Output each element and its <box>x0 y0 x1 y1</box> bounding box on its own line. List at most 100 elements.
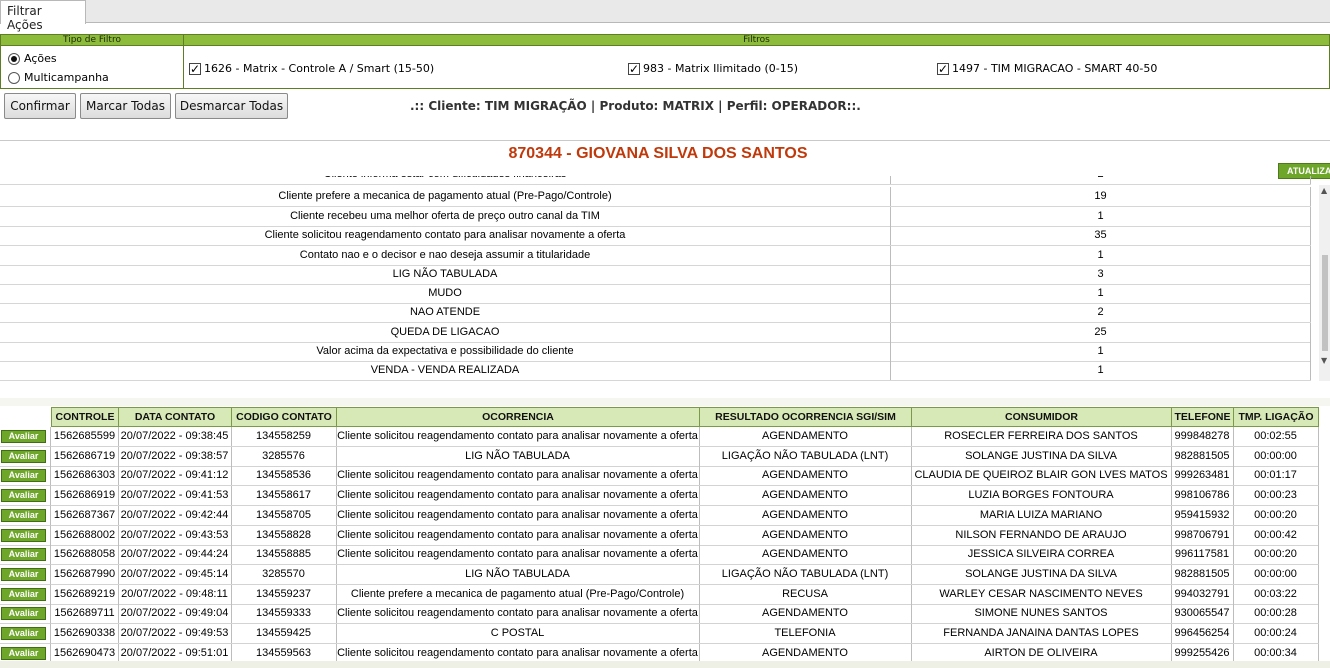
cell-telefone: 998706791 <box>1171 525 1234 546</box>
cell-consumidor: SOLANGE JUSTINA DA SILVA <box>911 564 1172 585</box>
check-icon[interactable]: ✓ <box>937 62 949 75</box>
column-header-consumidor[interactable]: CONSUMIDOR <box>911 407 1172 427</box>
evaluate-button[interactable]: Avaliar <box>1 646 46 660</box>
tab-filtrar-acoes[interactable]: Filtrar Ações <box>0 0 86 32</box>
cell-data-contato: 20/07/2022 - 09:42:44 <box>118 505 232 526</box>
cell-codigo-contato: 3285576 <box>231 446 337 467</box>
cell-codigo-contato: 3285570 <box>231 564 337 585</box>
cell-telefone: 999848278 <box>1171 427 1234 447</box>
column-header-controle[interactable]: CONTROLE <box>51 407 119 427</box>
app-root: { "tab": { "label": "Filtrar Ações" }, "… <box>0 0 1330 668</box>
summary-description: Cliente solicitou reagendamento contato … <box>0 226 891 245</box>
campaign-checkbox-1497[interactable]: ✓ 1497 - TIM MIGRACAO - SMART 40-50 <box>937 62 1157 75</box>
summary-quantity: 1 <box>891 361 1311 380</box>
cell-tmp-ligacao: 00:00:20 <box>1233 545 1319 566</box>
cell-data-contato: 20/07/2022 - 09:41:12 <box>118 466 232 487</box>
cell-resultado: AGENDAMENTO <box>699 486 912 507</box>
campaign-label: 983 - Matrix Ilimitado (0-15) <box>643 62 799 75</box>
cell-resultado: AGENDAMENTO <box>699 525 912 546</box>
column-header-data-contato[interactable]: DATA CONTATO <box>118 407 232 427</box>
column-header-codigo-contato[interactable]: CODIGO CONTATO <box>231 407 337 427</box>
evaluate-button[interactable]: Avaliar <box>1 528 46 542</box>
radio-multicampanha[interactable] <box>8 71 20 84</box>
evaluate-button[interactable]: Avaliar <box>1 489 46 503</box>
radio-acoes-label: Ações <box>24 52 57 65</box>
summary-quantity: 1 <box>891 207 1311 226</box>
cell-tmp-ligacao: 00:00:23 <box>1233 486 1319 507</box>
mark-all-button[interactable]: Marcar Todas <box>80 93 171 119</box>
cell-tmp-ligacao: 00:00:28 <box>1233 604 1319 625</box>
cell-resultado: RECUSA <box>699 584 912 605</box>
cell-controle: 1562688058 <box>51 545 119 566</box>
campaign-label: 1497 - TIM MIGRACAO - SMART 40-50 <box>952 62 1158 75</box>
summary-quantity: 1 <box>891 284 1311 303</box>
cell-tmp-ligacao: 00:03:22 <box>1233 584 1319 605</box>
campaign-checkbox-983[interactable]: ✓ 983 - Matrix Ilimitado (0-15) <box>628 62 798 75</box>
table-row: Avaliar 1562690473 20/07/2022 - 09:51:01 13… <box>0 643 1320 661</box>
cell-tmp-ligacao: 00:00:20 <box>1233 505 1319 526</box>
column-header-tmp-ligacao[interactable]: TMP. LIGAÇÃO <box>1233 407 1319 427</box>
cell-data-contato: 20/07/2022 - 09:44:24 <box>118 545 232 566</box>
cell-controle: 1562687990 <box>51 564 119 585</box>
evaluate-button[interactable]: Avaliar <box>1 449 46 463</box>
summary-scroll-thumb[interactable] <box>1322 255 1328 351</box>
cell-controle: 1562690338 <box>51 624 119 644</box>
cell-codigo-contato: 134559237 <box>231 584 337 605</box>
campaign-checkbox-1626[interactable]: ✓ 1626 - Matrix - Controle A / Smart (15… <box>189 62 434 75</box>
cell-consumidor: NILSON FERNANDO DE ARAUJO <box>911 525 1172 546</box>
evaluate-button[interactable]: Avaliar <box>1 587 46 601</box>
cell-telefone: 930065547 <box>1171 604 1234 625</box>
horizontal-scrollbar[interactable] <box>0 661 1330 668</box>
table-row: Avaliar 1562687990 20/07/2022 - 09:45:14 32… <box>0 564 1320 585</box>
scroll-up-icon[interactable]: ▲ <box>1321 186 1327 195</box>
evaluate-button[interactable]: Avaliar <box>1 607 46 621</box>
action-cell: Avaliar <box>0 466 51 487</box>
radio-acoes-row[interactable]: Ações <box>8 52 57 65</box>
cell-codigo-contato: 134558705 <box>231 505 337 526</box>
evaluate-button[interactable]: Avaliar <box>1 508 46 522</box>
cell-tmp-ligacao: 00:00:24 <box>1233 624 1319 644</box>
cell-ocorrencia: Cliente solicitou reagendamento contato … <box>336 643 700 661</box>
cell-resultado: LIGAÇÃO NÃO TABULADA (LNT) <box>699 564 912 585</box>
filters-header: Filtros <box>183 34 1330 46</box>
evaluate-button[interactable]: Avaliar <box>1 627 46 640</box>
cell-codigo-contato: 134559425 <box>231 624 337 644</box>
radio-multicampanha-row[interactable]: Multicampanha <box>8 71 109 84</box>
summary-row: Cliente solicitou reagendamento contato … <box>0 226 1311 246</box>
cell-codigo-contato: 134558828 <box>231 525 337 546</box>
check-icon[interactable]: ✓ <box>628 62 640 75</box>
evaluate-button[interactable]: Avaliar <box>1 469 46 483</box>
cell-ocorrencia: C POSTAL <box>336 624 700 644</box>
evaluate-button[interactable]: Avaliar <box>1 430 46 443</box>
evaluate-button[interactable]: Avaliar <box>1 567 46 581</box>
cell-telefone: 996117581 <box>1171 545 1234 566</box>
summary-row: Cliente prefere a mecanica de pagamento … <box>0 187 1311 207</box>
action-cell: Avaliar <box>0 545 51 566</box>
summary-row: MUDO 1 <box>0 284 1311 304</box>
cell-tmp-ligacao: 00:00:00 <box>1233 564 1319 585</box>
cell-resultado: AGENDAMENTO <box>699 643 912 661</box>
agent-name-title: 870344 - GIOVANA SILVA DOS SANTOS <box>508 145 808 162</box>
summary-quantity: 2 <box>891 303 1311 322</box>
summary-row: Contato nao e o decisor e nao deseja ass… <box>0 246 1311 266</box>
filter-type-header: Tipo de Filtro <box>0 34 184 46</box>
confirm-button[interactable]: Confirmar <box>4 93 76 119</box>
summary-description: MUDO <box>0 284 891 303</box>
column-header-resultado[interactable]: RESULTADO OCORRENCIA SGI/SIM <box>699 407 912 427</box>
summary-description: NAO ATENDE <box>0 303 891 322</box>
unmark-all-button[interactable]: Desmarcar Todas <box>175 93 288 119</box>
action-cell: Avaliar <box>0 505 51 526</box>
column-header-ocorrencia[interactable]: OCORRENCIA <box>336 407 700 427</box>
evaluate-button[interactable]: Avaliar <box>1 548 46 562</box>
radio-acoes[interactable] <box>8 52 20 65</box>
cell-codigo-contato: 134559333 <box>231 604 337 625</box>
column-header-telefone[interactable]: TELEFONE <box>1171 407 1234 427</box>
contacts-grid: CONTROLE DATA CONTATO CODIGO CONTATO OCORRE… <box>0 407 1320 661</box>
cell-tmp-ligacao: 00:00:34 <box>1233 643 1319 661</box>
cell-data-contato: 20/07/2022 - 09:45:14 <box>118 564 232 585</box>
check-icon[interactable]: ✓ <box>189 62 201 75</box>
table-row: Avaliar 1562686719 20/07/2022 - 09:38:57 32… <box>0 446 1320 467</box>
column-header-action[interactable] <box>0 407 51 427</box>
cell-consumidor: SOLANGE JUSTINA DA SILVA <box>911 446 1172 467</box>
scroll-down-icon[interactable]: ▼ <box>1321 356 1327 365</box>
